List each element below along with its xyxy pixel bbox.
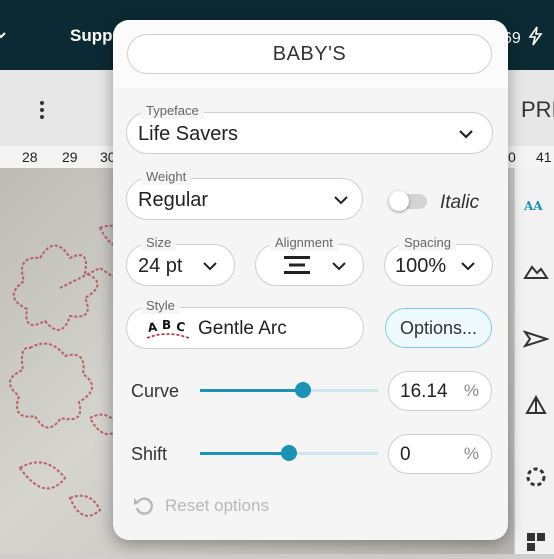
- preview-letter: C: [175, 319, 186, 334]
- curve-unit: %: [463, 381, 479, 400]
- arc-text-preview-icon: A B C: [146, 318, 190, 339]
- shift-value: 0: [400, 444, 411, 465]
- typeface-label: Typeface: [141, 103, 204, 119]
- style-value: Gentle Arc: [198, 318, 287, 339]
- text-tool-icon[interactable]: AA: [523, 194, 549, 216]
- ruler-tick: 29: [62, 149, 78, 165]
- options-button[interactable]: Options...: [385, 308, 492, 348]
- typeface-value: Life Savers: [138, 123, 239, 145]
- curve-slider[interactable]: [200, 382, 378, 398]
- shift-input[interactable]: 0 %: [388, 434, 492, 474]
- triangle-icon[interactable]: [523, 394, 549, 416]
- weight-label: Weight: [141, 169, 192, 185]
- shift-label: Shift: [131, 444, 168, 464]
- shift-unit: %: [463, 444, 479, 463]
- chevron-down-icon: [334, 196, 348, 205]
- ruler-tick: 28: [22, 149, 38, 165]
- size-label: Size: [141, 235, 177, 251]
- chevron-down-icon[interactable]: [0, 24, 6, 45]
- italic-label: Italic: [440, 192, 480, 213]
- reset-options-label: Reset options: [165, 496, 269, 515]
- size-value: 24 pt: [138, 255, 183, 277]
- curve-value: 16.14: [400, 381, 448, 402]
- circle-dots-icon[interactable]: [523, 466, 549, 488]
- italic-toggle[interactable]: [389, 191, 427, 211]
- chevron-down-icon: [459, 130, 473, 139]
- weight-dropdown[interactable]: Weight Regular: [126, 169, 363, 220]
- send-icon[interactable]: [523, 328, 549, 350]
- preview-letter: A: [147, 320, 159, 335]
- toggle-knob: [389, 191, 409, 211]
- text-content-field[interactable]: BABY'S: [127, 34, 492, 74]
- support-menu-label[interactable]: Supp: [70, 26, 113, 46]
- size-dropdown[interactable]: Size 24 pt: [126, 235, 235, 286]
- slider-thumb[interactable]: [295, 382, 312, 398]
- curve-input[interactable]: 16.14 %: [388, 371, 492, 411]
- preview-letter: B: [162, 318, 171, 332]
- text-options-popup: BABY'S Typeface Life Savers Weight Regul…: [113, 20, 508, 540]
- svg-text:AA: AA: [523, 199, 543, 213]
- spacing-dropdown[interactable]: Spacing 100%: [384, 235, 493, 286]
- chevron-down-icon: [332, 262, 346, 271]
- spacing-value: 100%: [395, 255, 447, 277]
- slider-thumb[interactable]: [281, 445, 297, 461]
- chevron-down-icon: [461, 262, 475, 271]
- align-center-icon: [284, 256, 310, 274]
- grid-icon[interactable]: [523, 530, 549, 552]
- lightning-icon[interactable]: [528, 26, 544, 51]
- slider-fill: [200, 389, 304, 392]
- style-label: Style: [141, 298, 180, 314]
- typeface-dropdown[interactable]: Typeface Life Savers: [126, 103, 493, 154]
- reset-options-button[interactable]: Reset options: [133, 495, 269, 517]
- alignment-dropdown[interactable]: Alignment: [255, 235, 364, 286]
- shift-slider[interactable]: [200, 445, 378, 461]
- chevron-down-icon: [203, 262, 217, 271]
- mountain-icon[interactable]: [523, 260, 549, 282]
- right-tool-panel: AA: [514, 168, 554, 554]
- reset-icon: [134, 497, 153, 515]
- ruler-tick: 0: [508, 149, 516, 165]
- ruler-tick: 41: [536, 149, 552, 165]
- curve-label: Curve: [131, 381, 180, 401]
- toolbar-right-label[interactable]: PRI: [521, 97, 554, 123]
- alignment-label: Alignment: [270, 235, 338, 251]
- spacing-label: Spacing: [399, 235, 456, 251]
- slider-fill: [200, 452, 289, 455]
- more-options-icon[interactable]: [40, 98, 44, 122]
- style-dropdown[interactable]: Style A B C Gentle Arc: [126, 298, 364, 349]
- weight-value: Regular: [138, 189, 209, 211]
